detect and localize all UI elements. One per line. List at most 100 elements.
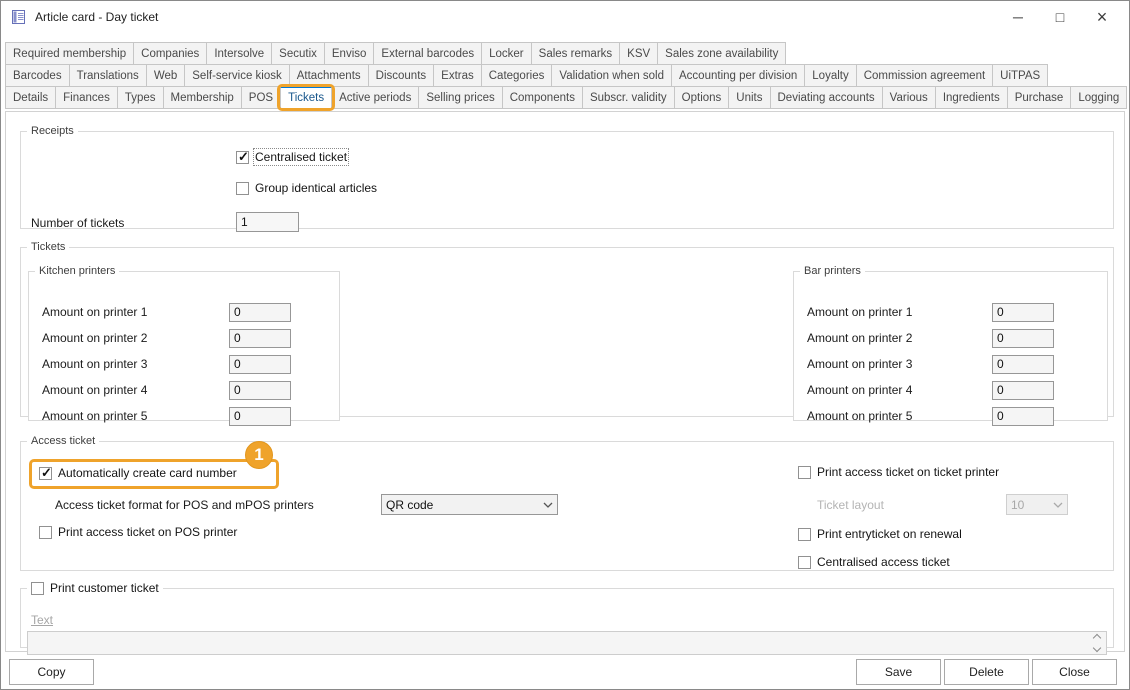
print-access-ticket-pos-checkbox[interactable]: Print access ticket on POS printer <box>39 525 237 539</box>
tab[interactable]: Enviso <box>324 42 375 65</box>
centralised-access-ticket-checkbox[interactable]: Centralised access ticket <box>798 555 950 569</box>
tab[interactable]: Commission agreement <box>856 64 993 87</box>
printer-row: Amount on printer 3 <box>42 351 331 377</box>
print-entryticket-renewal-checkbox[interactable]: Print entryticket on renewal <box>798 527 962 541</box>
tab[interactable]: Intersolve <box>206 42 272 65</box>
chevron-down-icon[interactable] <box>1093 644 1101 652</box>
tab-row-3: DetailsFinancesTypesMembershipPOSTickets… <box>5 86 1125 109</box>
chevron-down-icon <box>539 502 553 508</box>
ticket-layout-dropdown[interactable]: 10 <box>1006 494 1068 515</box>
tab[interactable]: UiTPAS <box>992 64 1048 87</box>
customer-ticket-text-input[interactable] <box>27 631 1107 655</box>
chevron-up-icon[interactable] <box>1093 634 1101 642</box>
checkbox-box-icon <box>31 582 44 595</box>
automatically-create-card-number-checkbox[interactable]: Automatically create card number <box>39 466 237 480</box>
maximize-icon[interactable]: □ <box>1039 1 1081 33</box>
printer-amount-input[interactable] <box>229 329 291 348</box>
tab[interactable]: Types <box>117 86 164 109</box>
tab-strip: Required membershipCompaniesIntersolveSe… <box>5 42 1125 109</box>
bar-printer-rows: Amount on printer 1 Amount on printer 2 … <box>807 299 1099 429</box>
number-of-tickets-input[interactable] <box>236 212 299 232</box>
tab[interactable]: Active periods <box>331 86 419 109</box>
tab[interactable]: Self-service kiosk <box>184 64 289 87</box>
tab[interactable]: Purchase <box>1007 86 1072 109</box>
ticket-layout-label: Ticket layout <box>817 498 884 512</box>
printer-amount-label: Amount on printer 1 <box>42 305 229 319</box>
group-identical-articles-checkbox[interactable]: Group identical articles <box>236 181 377 195</box>
tab[interactable]: Finances <box>55 86 118 109</box>
tab[interactable]: Sales zone availability <box>657 42 786 65</box>
tab[interactable]: Secutix <box>271 42 325 65</box>
printer-amount-label: Amount on printer 5 <box>807 409 992 423</box>
bar-printers-group: Bar printers Amount on printer 1 Amount … <box>793 265 1108 421</box>
printer-row: Amount on printer 4 <box>807 377 1099 403</box>
tab[interactable]: Sales remarks <box>531 42 621 65</box>
tab[interactable]: POS <box>241 86 281 109</box>
tab[interactable]: Ingredients <box>935 86 1008 109</box>
printer-amount-input[interactable] <box>229 407 291 426</box>
tab[interactable]: External barcodes <box>373 42 482 65</box>
printer-amount-input[interactable] <box>229 355 291 374</box>
printer-amount-input[interactable] <box>992 303 1054 322</box>
tab[interactable]: Selling prices <box>418 86 502 109</box>
printer-amount-label: Amount on printer 1 <box>807 305 992 319</box>
copy-button[interactable]: Copy <box>9 659 94 685</box>
receipts-group: Receipts Centralised ticket Group identi… <box>20 125 1114 229</box>
printer-amount-input[interactable] <box>992 355 1054 374</box>
chevron-down-icon <box>1049 502 1063 508</box>
tab[interactable]: Various <box>882 86 936 109</box>
tab[interactable]: Components <box>502 86 583 109</box>
checkbox-label: Group identical articles <box>255 181 377 195</box>
tab[interactable]: Discounts <box>368 64 435 87</box>
tab[interactable]: KSV <box>619 42 658 65</box>
delete-button[interactable]: Delete <box>944 659 1029 685</box>
textarea-value <box>28 632 1088 654</box>
tab[interactable]: Options <box>674 86 730 109</box>
textarea-scrollbar[interactable] <box>1088 632 1106 654</box>
printer-amount-input[interactable] <box>229 303 291 322</box>
printer-amount-input[interactable] <box>992 329 1054 348</box>
tickets-tab-page: Receipts Centralised ticket Group identi… <box>5 111 1125 652</box>
text-label: Text <box>31 613 53 627</box>
tab[interactable]: Accounting per division <box>671 64 805 87</box>
checkbox-label: Automatically create card number <box>58 466 237 480</box>
tab[interactable]: Attachments <box>289 64 369 87</box>
centralised-ticket-checkbox[interactable]: Centralised ticket <box>236 150 347 164</box>
tab[interactable]: Required membership <box>5 42 134 65</box>
tab[interactable]: Deviating accounts <box>770 86 883 109</box>
close-icon[interactable]: × <box>1081 1 1123 33</box>
checkbox-box-icon <box>236 151 249 164</box>
access-ticket-format-dropdown[interactable]: QR code <box>381 494 558 515</box>
save-button[interactable]: Save <box>856 659 941 685</box>
printer-amount-input[interactable] <box>229 381 291 400</box>
access-ticket-legend: Access ticket <box>27 435 99 447</box>
close-button[interactable]: Close <box>1032 659 1117 685</box>
tab[interactable]: Validation when sold <box>551 64 672 87</box>
tab[interactable]: Logging <box>1070 86 1127 109</box>
tab[interactable]: Categories <box>481 64 553 87</box>
minimize-icon[interactable]: ─ <box>997 1 1039 33</box>
printer-row: Amount on printer 5 <box>807 403 1099 429</box>
printer-row: Amount on printer 4 <box>42 377 331 403</box>
dropdown-value: 10 <box>1011 498 1049 512</box>
print-access-ticket-ticket-printer-checkbox[interactable]: Print access ticket on ticket printer <box>798 465 999 479</box>
article-card-window: Article card - Day ticket ─ □ × Required… <box>0 0 1130 690</box>
print-customer-ticket-checkbox[interactable]: Print customer ticket <box>31 581 159 595</box>
tab[interactable]: Units <box>728 86 770 109</box>
printer-amount-input[interactable] <box>992 407 1054 426</box>
tab[interactable]: Locker <box>481 42 532 65</box>
tab[interactable]: Web <box>146 64 185 87</box>
tab[interactable]: Extras <box>433 64 482 87</box>
tab[interactable]: Details <box>5 86 56 109</box>
titlebar: Article card - Day ticket ─ □ × <box>1 1 1129 33</box>
tab[interactable]: Tickets <box>280 86 332 109</box>
tab[interactable]: Barcodes <box>5 64 70 87</box>
printer-amount-input[interactable] <box>992 381 1054 400</box>
kitchen-printer-rows: Amount on printer 1 Amount on printer 2 … <box>42 299 331 429</box>
tab[interactable]: Translations <box>69 64 147 87</box>
tab[interactable]: Subscr. validity <box>582 86 675 109</box>
tab[interactable]: Companies <box>133 42 207 65</box>
print-customer-ticket-legend: Print customer ticket <box>27 581 163 595</box>
tab[interactable]: Loyalty <box>804 64 856 87</box>
tab[interactable]: Membership <box>163 86 242 109</box>
